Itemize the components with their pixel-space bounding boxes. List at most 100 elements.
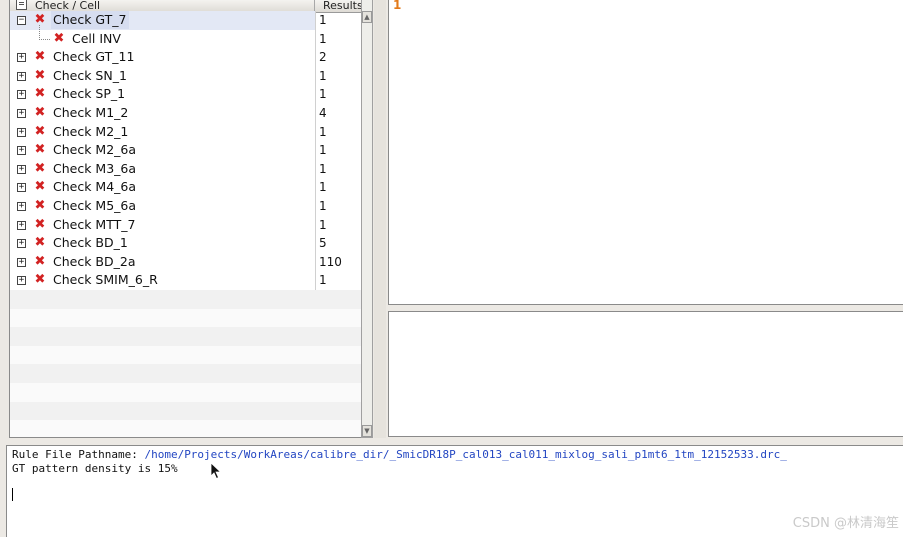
tree-row[interactable]: ✖ Cell INV 1: [10, 24, 369, 49]
tree-row-name-cell[interactable]: + ✖ Check MTT_7: [10, 216, 315, 235]
tree-row[interactable]: − ✖ Check GT_7 1: [10, 11, 369, 30]
results-tree-panel[interactable]: Check / Cell Results − ✖ Check GT_7 1 ✖ Cell …: [9, 0, 370, 438]
tree-connector: [39, 24, 50, 40]
expand-icon[interactable]: +: [17, 71, 26, 81]
result-detail-panel[interactable]: [388, 311, 903, 437]
tree-scrollbar[interactable]: ▲ ▼: [361, 0, 373, 438]
tree-row-name-cell[interactable]: + ✖ Check M1_2: [10, 104, 315, 123]
tree-row[interactable]: + ✖ Check M4_6a 1: [10, 178, 369, 197]
error-x-icon: ✖: [34, 216, 46, 232]
tree-rows: − ✖ Check GT_7 1 ✖ Cell INV 1 + ✖ Check GT_11 2 + ✖ C…: [10, 11, 369, 290]
tree-row-name-cell[interactable]: + ✖ Check M5_6a: [10, 197, 315, 216]
empty-row: [10, 308, 369, 328]
error-x-icon: ✖: [53, 30, 65, 46]
tree-row[interactable]: + ✖ Check SMIM_6_R 1: [10, 271, 369, 290]
error-x-icon: ✖: [34, 179, 46, 195]
watermark: CSDN @林清海笙: [792, 516, 899, 531]
empty-row: [10, 327, 369, 346]
tree-row-label: Check M2_1: [53, 123, 129, 139]
tree-row-name-cell[interactable]: ✖ Cell INV: [10, 24, 315, 49]
tree-row-label: Check SMIM_6_R: [53, 272, 158, 288]
tree-row[interactable]: + ✖ Check MTT_7 1: [10, 215, 369, 235]
log-pathname-link[interactable]: /home/Projects/WorkAreas/calibre_dir/_Sm…: [144, 448, 786, 461]
scroll-down-arrow-icon[interactable]: ▼: [362, 425, 372, 437]
expand-icon[interactable]: +: [17, 108, 26, 118]
expand-icon[interactable]: +: [17, 276, 26, 286]
tree-row-label: Check M2_6a: [53, 142, 137, 158]
tree-row-name-cell[interactable]: + ✖ Check BD_1: [10, 234, 315, 253]
tree-row-name-cell[interactable]: + ✖ Check M2_6a: [10, 141, 315, 160]
empty-row: [10, 420, 369, 437]
error-x-icon: ✖: [34, 123, 46, 139]
tree-row[interactable]: + ✖ Check M5_6a 1: [10, 196, 369, 216]
text-caret: [12, 488, 13, 501]
expand-icon[interactable]: +: [17, 90, 26, 100]
collapse-icon[interactable]: −: [17, 16, 26, 25]
tree-row[interactable]: + ✖ Check M3_6a 1: [10, 159, 369, 179]
tree-row[interactable]: + ✖ Check M2_6a 1: [10, 141, 369, 160]
log-line-density: GT pattern density is 15%: [12, 462, 178, 475]
tree-row[interactable]: + ✖ Check BD_1 5: [10, 234, 369, 253]
tree-row-name-cell[interactable]: + ✖ Check M3_6a: [10, 160, 315, 179]
error-x-icon: ✖: [34, 160, 46, 176]
scroll-up-arrow-icon[interactable]: ▲: [362, 11, 372, 23]
tree-row[interactable]: + ✖ Check M1_2 4: [10, 103, 369, 123]
expand-icon[interactable]: +: [17, 257, 26, 267]
tree-row[interactable]: + ✖ Check SN_1 1: [10, 66, 369, 86]
log-pathname-label: Rule File Pathname:: [12, 448, 145, 461]
expand-icon[interactable]: +: [17, 201, 26, 211]
error-x-icon: ✖: [34, 104, 46, 120]
tree-row-label: Check MTT_7: [53, 216, 136, 232]
error-x-icon: ✖: [34, 142, 46, 158]
error-x-icon: ✖: [34, 67, 46, 83]
tree-row-label: Check M4_6a: [53, 179, 137, 195]
tree-row-name-cell[interactable]: + ✖ Check SMIM_6_R: [10, 271, 315, 290]
expand-icon[interactable]: +: [17, 164, 26, 174]
tree-row-label: Check GT_7: [51, 11, 129, 29]
empty-row: [10, 383, 369, 402]
error-x-icon: ✖: [34, 235, 46, 251]
log-line-pathname: Rule File Pathname: /home/Projects/WorkA…: [12, 448, 787, 461]
tree-row-name-cell[interactable]: + ✖ Check SP_1: [10, 85, 315, 104]
error-x-icon: ✖: [34, 197, 46, 213]
tree-row-name-cell[interactable]: + ✖ Check M2_1: [10, 123, 315, 142]
error-x-icon: ✖: [34, 272, 46, 288]
vertical-splitter[interactable]: [374, 0, 386, 438]
expand-icon[interactable]: +: [17, 239, 26, 249]
error-x-icon: ✖: [34, 49, 46, 65]
expand-icon[interactable]: +: [17, 220, 26, 230]
expand-icon[interactable]: +: [17, 183, 26, 193]
empty-row: [10, 290, 369, 309]
tree-row-label: Check GT_11: [53, 49, 135, 65]
log-output-area[interactable]: Rule File Pathname: /home/Projects/WorkA…: [6, 445, 903, 537]
tree-row[interactable]: + ✖ Check M2_1 1: [10, 122, 369, 142]
tree-row-name-cell[interactable]: + ✖ Check BD_2a: [10, 253, 315, 272]
tree-row[interactable]: + ✖ Check GT_11 2: [10, 48, 369, 67]
tree-row-label: Check M1_2: [53, 104, 129, 120]
empty-row: [10, 345, 369, 365]
tree-row[interactable]: + ✖ Check SP_1 1: [10, 85, 369, 104]
tree-row-label: Check M5_6a: [53, 197, 137, 213]
mouse-cursor-icon: [210, 462, 222, 480]
tree-row-label: Check BD_2a: [53, 253, 136, 269]
tree-row-label: Cell INV: [72, 30, 121, 46]
tree-row[interactable]: + ✖ Check BD_2a 110: [10, 252, 369, 272]
tree-row-name-cell[interactable]: + ✖ Check M4_6a: [10, 178, 315, 197]
document-icon: [16, 0, 27, 10]
expand-icon[interactable]: +: [17, 127, 26, 137]
tree-row-label: Check M3_6a: [53, 160, 137, 176]
tree-row-label: Check SN_1: [53, 67, 127, 83]
tree-row-name-cell[interactable]: − ✖ Check GT_7: [10, 11, 315, 30]
check-detail-panel[interactable]: 1: [388, 0, 903, 305]
empty-row: [10, 401, 369, 421]
tree-row-name-cell[interactable]: + ✖ Check SN_1: [10, 67, 315, 86]
error-x-icon: ✖: [34, 253, 46, 269]
tree-row-label: Check SP_1: [53, 86, 126, 102]
expand-icon[interactable]: +: [17, 146, 26, 156]
detail-line-number: 1: [393, 0, 402, 12]
empty-row: [10, 364, 369, 383]
tree-row-label: Check BD_1: [53, 235, 128, 251]
tree-row-name-cell[interactable]: + ✖ Check GT_11: [10, 48, 315, 67]
error-x-icon: ✖: [34, 86, 46, 102]
expand-icon[interactable]: +: [17, 53, 26, 63]
